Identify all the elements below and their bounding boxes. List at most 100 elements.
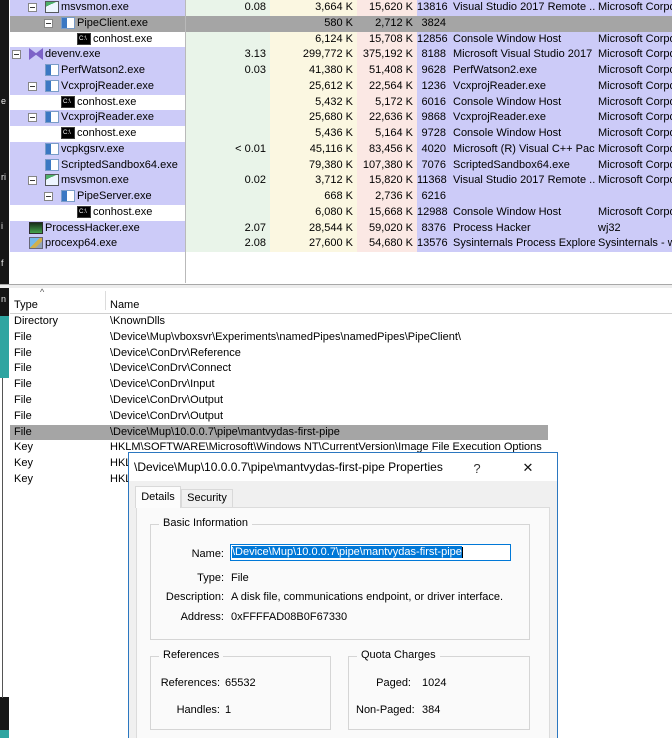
handle-row[interactable]: File\Device\ConDrv\Input <box>10 377 672 393</box>
cpu-cell: < 0.01 <box>185 142 270 158</box>
process-row[interactable]: VcxprojReader.exe25,680 K22,636 K9868Vcx… <box>10 110 672 126</box>
process-row[interactable]: msvsmon.exe0.083,664 K15,620 K13816Visua… <box>10 0 672 16</box>
process-name-label: conhost.exe <box>77 95 136 111</box>
handle-type: File <box>14 425 32 441</box>
pid-cell: 6016 <box>417 95 450 111</box>
private-bytes-cell: 25,612 K <box>270 79 357 95</box>
handle-row[interactable]: File\Device\ConDrv\Output <box>10 409 672 425</box>
process-name-cell: conhost.exe <box>10 205 185 221</box>
handle-row[interactable]: Directory\KnownDlls <box>10 314 672 330</box>
app-icon <box>45 64 59 76</box>
close-icon[interactable]: ✕ <box>511 458 545 478</box>
private-bytes-cell: 79,380 K <box>270 158 357 174</box>
process-name-label: ScriptedSandbox64.exe <box>61 158 178 174</box>
handle-name: \Device\ConDrv\Output <box>110 393 223 409</box>
px-icon <box>29 237 43 249</box>
private-bytes-cell: 580 K <box>270 16 357 32</box>
process-name-cell: vcpkgsrv.exe <box>10 142 185 158</box>
private-bytes-cell: 299,772 K <box>270 47 357 63</box>
dialog-title: \Device\Mup\10.0.0.7\pipe\mantvydas-firs… <box>134 460 443 474</box>
handle-properties-dialog: \Device\Mup\10.0.0.7\pipe\mantvydas-firs… <box>128 452 558 738</box>
column-header-type[interactable]: Type <box>14 299 38 311</box>
app-icon <box>45 143 59 155</box>
process-row[interactable]: conhost.exe6,124 K15,708 K12856Console W… <box>10 32 672 48</box>
references-value: 65532 <box>225 677 256 689</box>
handle-row[interactable]: File\Device\Mup\vboxsvr\Experiments\name… <box>10 330 672 346</box>
pid-cell: 13816 <box>417 0 450 16</box>
private-bytes-cell: 3,712 K <box>270 173 357 189</box>
process-row[interactable]: procexp64.exe2.0827,600 K54,680 K13576Sy… <box>10 236 672 252</box>
name-field[interactable]: \Device\Mup\10.0.0.7\pipe\mantvydas-firs… <box>230 544 511 561</box>
cpu-cell: 0.08 <box>185 0 270 16</box>
collapse-icon[interactable] <box>28 176 37 185</box>
description-cell: Console Window Host <box>450 126 595 142</box>
process-row[interactable]: devenv.exe3.13299,772 K375,192 K8188Micr… <box>10 47 672 63</box>
console-icon <box>61 127 75 139</box>
handle-row[interactable]: File\Device\Mup\10.0.0.7\pipe\mantvydas-… <box>10 425 548 441</box>
process-row[interactable]: ScriptedSandbox64.exe79,380 K107,380 K70… <box>10 158 672 174</box>
strip-segment <box>0 730 9 738</box>
cpu-cell <box>185 16 270 32</box>
private-bytes-cell: 6,124 K <box>270 32 357 48</box>
process-row[interactable]: msvsmon.exe0.023,712 K15,820 K11368Visua… <box>10 173 672 189</box>
collapse-icon[interactable] <box>28 3 37 12</box>
cpu-cell: 0.02 <box>185 173 270 189</box>
company-cell: Microsoft Corpor <box>595 79 672 95</box>
working-set-cell: 59,020 K <box>357 221 417 237</box>
collapse-icon[interactable] <box>28 113 37 122</box>
pid-cell: 11368 <box>417 173 450 189</box>
process-name-cell: devenv.exe <box>10 47 185 63</box>
description-cell: PerfWatson2.exe <box>450 63 595 79</box>
process-row[interactable]: vcpkgsrv.exe< 0.0145,116 K83,456 K4020Mi… <box>10 142 672 158</box>
group-legend: Basic Information <box>159 517 252 529</box>
handle-type: File <box>14 346 32 362</box>
handle-type: File <box>14 361 32 377</box>
tab-details[interactable]: Details <box>135 486 181 508</box>
column-gridline <box>185 0 186 283</box>
process-name-cell: VcxprojReader.exe <box>10 110 185 126</box>
cpu-cell <box>185 95 270 111</box>
description-cell: Console Window Host <box>450 205 595 221</box>
description-cell: Console Window Host <box>450 32 595 48</box>
process-row[interactable]: conhost.exe6,080 K15,668 K12988Console W… <box>10 205 672 221</box>
handle-type: File <box>14 409 32 425</box>
process-name-cell: conhost.exe <box>10 126 185 142</box>
process-row[interactable]: conhost.exe5,436 K5,164 K9728Console Win… <box>10 126 672 142</box>
process-row[interactable]: PerfWatson2.exe0.0341,380 K51,408 K9628P… <box>10 63 672 79</box>
tab-security[interactable]: Security <box>181 489 233 508</box>
handle-row[interactable]: File\Device\ConDrv\Connect <box>10 361 672 377</box>
cpu-cell <box>185 126 270 142</box>
process-name-cell: msvsmon.exe <box>10 0 185 16</box>
process-row[interactable]: VcxprojReader.exe25,612 K22,564 K1236Vcx… <box>10 79 672 95</box>
dialog-titlebar[interactable]: \Device\Mup\10.0.0.7\pipe\mantvydas-firs… <box>129 453 557 481</box>
process-name-cell: PipeClient.exe <box>10 16 185 32</box>
collapse-icon[interactable] <box>44 19 53 28</box>
help-button[interactable]: ? <box>463 458 491 478</box>
company-cell: Microsoft Corpor <box>595 110 672 126</box>
process-name-label: devenv.exe <box>45 47 100 63</box>
handle-row[interactable]: File\Device\ConDrv\Output <box>10 393 672 409</box>
working-set-cell: 5,164 K <box>357 126 417 142</box>
column-separator[interactable] <box>105 291 106 310</box>
group-legend: References <box>159 649 223 661</box>
type-label: Type: <box>158 572 224 584</box>
collapse-icon[interactable] <box>28 82 37 91</box>
private-bytes-cell: 3,664 K <box>270 0 357 16</box>
sort-ascending-icon: ^ <box>40 287 44 297</box>
process-name-cell: VcxprojReader.exe <box>10 79 185 95</box>
cpu-cell: 0.03 <box>185 63 270 79</box>
process-row[interactable]: PipeServer.exe668 K2,736 K6216 <box>10 189 672 205</box>
collapse-icon[interactable] <box>44 192 53 201</box>
process-row[interactable]: PipeClient.exe580 K2,712 K3824 <box>10 16 672 32</box>
working-set-cell: 22,564 K <box>357 79 417 95</box>
column-header-name[interactable]: Name <box>110 299 139 311</box>
cpu-cell <box>185 110 270 126</box>
handle-row[interactable]: File\Device\ConDrv\Reference <box>10 346 672 362</box>
process-row[interactable]: ProcessHacker.exe2.0728,544 K59,020 K837… <box>10 221 672 237</box>
strip-edge-line <box>2 378 3 698</box>
process-row[interactable]: conhost.exe5,432 K5,172 K6016Console Win… <box>10 95 672 111</box>
pid-cell: 9868 <box>417 110 450 126</box>
collapse-icon[interactable] <box>12 50 21 59</box>
process-name-label: procexp64.exe <box>45 236 117 252</box>
private-bytes-cell: 5,436 K <box>270 126 357 142</box>
